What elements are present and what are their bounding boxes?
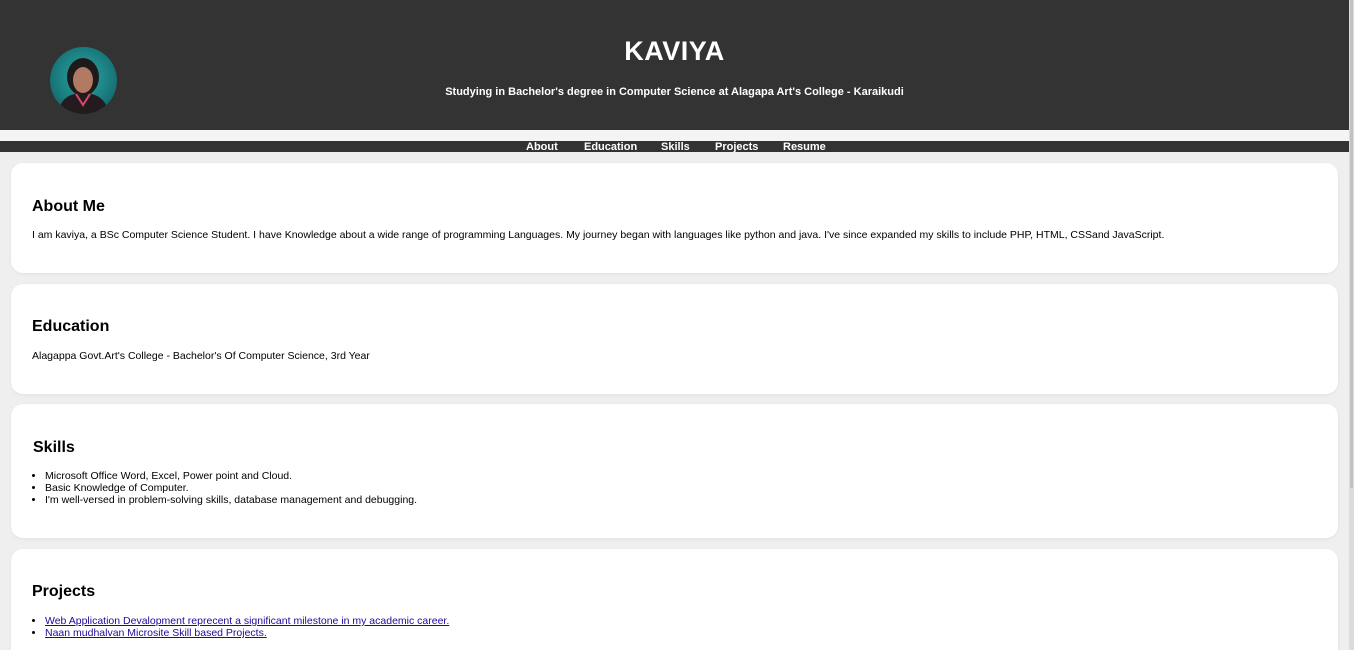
main-navigation: About Education Skills Projects Resume — [0, 141, 1349, 153]
projects-heading: Projects — [32, 583, 96, 600]
projects-list: Web Application Devalopment reprecent a … — [32, 615, 449, 639]
nav-link-education[interactable]: Education — [584, 141, 637, 153]
header-divider — [0, 130, 1349, 141]
education-section: Education Alagappa Govt.Art's College - … — [11, 284, 1338, 394]
list-item: I'm well-versed in problem-solving skill… — [45, 494, 417, 506]
skills-list: Microsoft Office Word, Excel, Power poin… — [32, 470, 417, 506]
education-text: Alagappa Govt.Art's College - Bachelor's… — [32, 350, 370, 362]
scrollbar-thumb[interactable] — [1350, 0, 1353, 488]
projects-section: Projects Web Application Devalopment rep… — [11, 549, 1338, 650]
list-item: Basic Knowledge of Computer. — [45, 482, 417, 494]
list-item: Naan mudhalvan Microsite Skill based Pro… — [45, 627, 449, 639]
about-section: About Me I am kaviya, a BSc Computer Sci… — [11, 163, 1338, 273]
skills-section: Skills Microsoft Office Word, Excel, Pow… — [11, 404, 1338, 538]
project-link-web-app[interactable]: Web Application Devalopment reprecent a … — [45, 615, 449, 627]
nav-link-skills[interactable]: Skills — [661, 141, 690, 153]
nav-link-about[interactable]: About — [526, 141, 558, 153]
list-item: Web Application Devalopment reprecent a … — [45, 615, 449, 627]
nav-link-projects[interactable]: Projects — [715, 141, 758, 153]
site-tagline: Studying in Bachelor's degree in Compute… — [445, 86, 904, 98]
nav-link-resume[interactable]: Resume — [783, 141, 826, 153]
project-link-naan-mudhalvan[interactable]: Naan mudhalvan Microsite Skill based Pro… — [45, 627, 267, 639]
page: KAVIYA Studying in Bachelor's degree in … — [0, 0, 1354, 650]
about-text: I am kaviya, a BSc Computer Science Stud… — [32, 229, 1165, 241]
education-heading: Education — [32, 318, 110, 335]
about-heading: About Me — [32, 198, 105, 215]
site-header: KAVIYA Studying in Bachelor's degree in … — [0, 0, 1349, 130]
site-title: KAVIYA — [624, 36, 725, 66]
list-item: Microsoft Office Word, Excel, Power poin… — [45, 470, 417, 482]
skills-heading: Skills — [33, 439, 75, 456]
